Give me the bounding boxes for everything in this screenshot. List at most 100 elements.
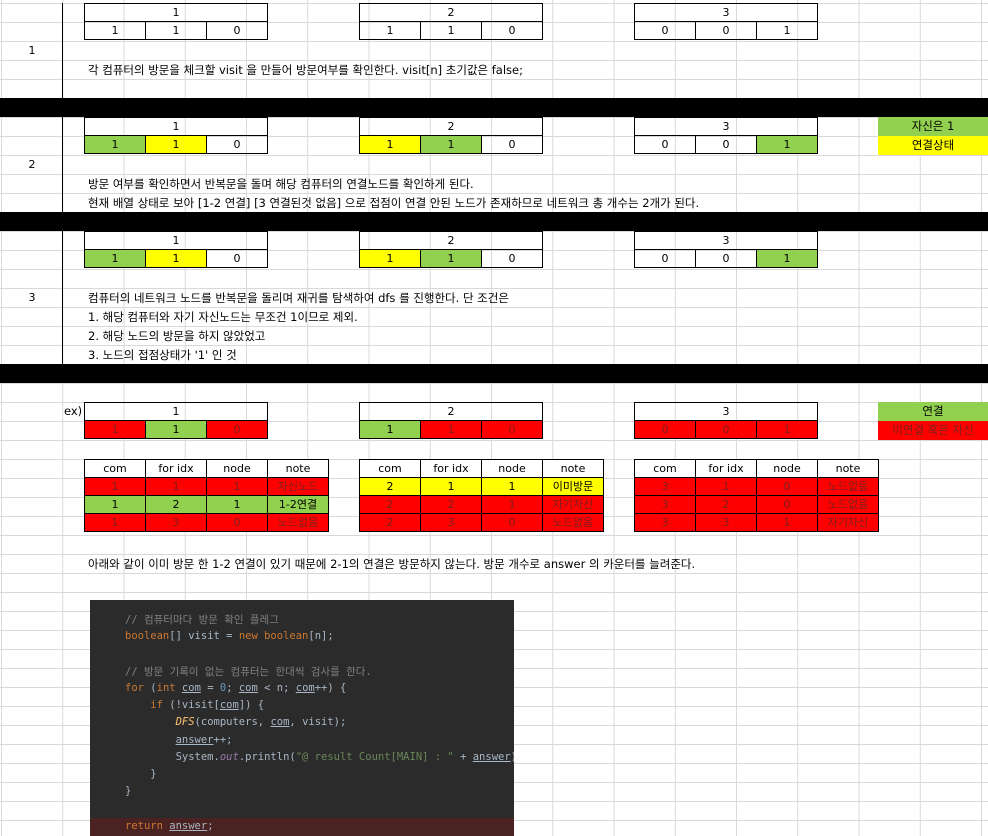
cell[interactable]: 0 xyxy=(695,135,757,154)
cell[interactable]: 1 xyxy=(206,495,268,514)
cell[interactable]: 1 xyxy=(84,135,146,154)
cell[interactable]: 0 xyxy=(481,513,543,532)
code-text: System. xyxy=(175,751,220,763)
cell[interactable]: 자기자신 xyxy=(542,495,604,514)
cell[interactable]: 1 xyxy=(84,495,146,514)
cell[interactable]: 1 xyxy=(206,477,268,496)
cell[interactable]: 1 xyxy=(756,420,818,439)
cell[interactable]: 0 xyxy=(634,135,696,154)
cell[interactable]: 3 xyxy=(634,495,696,514)
cell[interactable]: 0 xyxy=(481,135,543,154)
cell[interactable]: 0 xyxy=(206,513,268,532)
cell[interactable]: 2 xyxy=(695,495,757,514)
table-row: 1 2 1 1-2연결 xyxy=(84,495,329,514)
cell[interactable]: 2 xyxy=(420,495,482,514)
cell[interactable]: 노드없음 xyxy=(817,477,879,496)
cell[interactable]: 0 xyxy=(634,21,696,40)
cell[interactable]: 1 xyxy=(420,477,482,496)
code-line: DFS(computers, com, visit); xyxy=(175,716,347,728)
step-label-3: 3 xyxy=(28,291,36,304)
cell[interactable]: 0 xyxy=(206,249,268,268)
trace-header-node: node xyxy=(481,459,543,478)
cell[interactable]: 1 xyxy=(145,249,207,268)
cell[interactable]: 2 xyxy=(145,495,207,514)
code-line: if (!visit[com]) { xyxy=(150,699,265,711)
cell[interactable]: 1 xyxy=(420,135,482,154)
code-static: out xyxy=(219,751,239,763)
cell[interactable]: 자신노드 xyxy=(267,477,329,496)
cell[interactable]: 1 xyxy=(84,513,146,532)
cell[interactable]: 1 xyxy=(359,249,421,268)
cell[interactable]: 1-2연결 xyxy=(267,495,329,514)
cell[interactable]: 노드없음 xyxy=(267,513,329,532)
cell[interactable]: 1 xyxy=(84,21,146,40)
cell[interactable]: 1 xyxy=(481,495,543,514)
code-var: answer xyxy=(169,820,208,832)
cell[interactable]: 0 xyxy=(206,21,268,40)
code-keyword: if xyxy=(150,699,163,711)
cell[interactable]: 1 xyxy=(756,513,818,532)
cell[interactable]: 1 xyxy=(359,135,421,154)
code-var: computers xyxy=(200,716,258,728)
cell[interactable]: 2 xyxy=(359,513,421,532)
code-keyword: new xyxy=(238,630,258,642)
cell[interactable]: 3 xyxy=(145,513,207,532)
node-header: 3 xyxy=(634,3,818,22)
cell[interactable]: 0 xyxy=(481,420,543,439)
cell[interactable]: 1 xyxy=(145,135,207,154)
cell[interactable]: 0 xyxy=(206,135,268,154)
step-label-1: 1 xyxy=(28,44,36,57)
cell[interactable]: 1 xyxy=(420,21,482,40)
cell[interactable]: 3 xyxy=(695,513,757,532)
node-header: 3 xyxy=(634,402,818,421)
table-row: 2 3 0 노드없음 xyxy=(359,513,604,532)
separator-bar xyxy=(0,212,988,231)
cell[interactable]: 이미방문 xyxy=(542,477,604,496)
cell[interactable]: 1 xyxy=(420,249,482,268)
code-line: } xyxy=(125,768,157,780)
cell[interactable]: 1 xyxy=(756,249,818,268)
cell[interactable]: 자기자신 xyxy=(817,513,879,532)
step-column-divider xyxy=(62,3,63,98)
trace-header-note: note xyxy=(267,459,329,478)
cell[interactable]: 3 xyxy=(634,513,696,532)
cell[interactable]: 3 xyxy=(420,513,482,532)
cell[interactable]: 노드없음 xyxy=(542,513,604,532)
cell[interactable]: 1 xyxy=(359,21,421,40)
cell[interactable]: 2 xyxy=(359,477,421,496)
code-var: com xyxy=(270,716,290,728)
cell[interactable]: 3 xyxy=(634,477,696,496)
cell[interactable]: 노드없음 xyxy=(817,495,879,514)
cell[interactable]: 1 xyxy=(756,21,818,40)
node-header: 2 xyxy=(359,402,543,421)
code-keyword: for xyxy=(125,682,144,694)
cell[interactable]: 1 xyxy=(84,249,146,268)
cell[interactable]: 0 xyxy=(756,495,818,514)
cell[interactable]: 0 xyxy=(634,249,696,268)
code-line: System.out.println("@ result Count[MAIN]… xyxy=(175,751,514,763)
cell[interactable]: 0 xyxy=(695,420,757,439)
cell[interactable]: 1 xyxy=(756,135,818,154)
cell[interactable]: 0 xyxy=(695,21,757,40)
step3-condition-1: 1. 해당 컴퓨터와 자기 자신노드는 무조건 1이므로 제외. xyxy=(88,310,358,324)
cell[interactable]: 1 xyxy=(481,477,543,496)
cell[interactable]: 1 xyxy=(145,477,207,496)
cell[interactable]: 1 xyxy=(695,477,757,496)
cell[interactable]: 0 xyxy=(756,477,818,496)
cell[interactable]: 0 xyxy=(634,420,696,439)
cell[interactable]: 0 xyxy=(481,249,543,268)
code-var: answer xyxy=(175,734,214,746)
cell[interactable]: 1 xyxy=(145,420,207,439)
cell[interactable]: 1 xyxy=(84,420,146,439)
cell[interactable]: 1 xyxy=(84,477,146,496)
cell[interactable]: 1 xyxy=(420,420,482,439)
step1-node-table-2: 2 1 1 0 xyxy=(359,3,543,40)
cell[interactable]: 0 xyxy=(695,249,757,268)
cell[interactable]: 1 xyxy=(359,420,421,439)
cell[interactable]: 2 xyxy=(359,495,421,514)
code-comment: // 컴퓨터마다 방문 확인 플레그 xyxy=(125,614,279,626)
cell[interactable]: 1 xyxy=(145,21,207,40)
code-var: answer xyxy=(472,751,511,763)
cell[interactable]: 0 xyxy=(481,21,543,40)
cell[interactable]: 0 xyxy=(206,420,268,439)
